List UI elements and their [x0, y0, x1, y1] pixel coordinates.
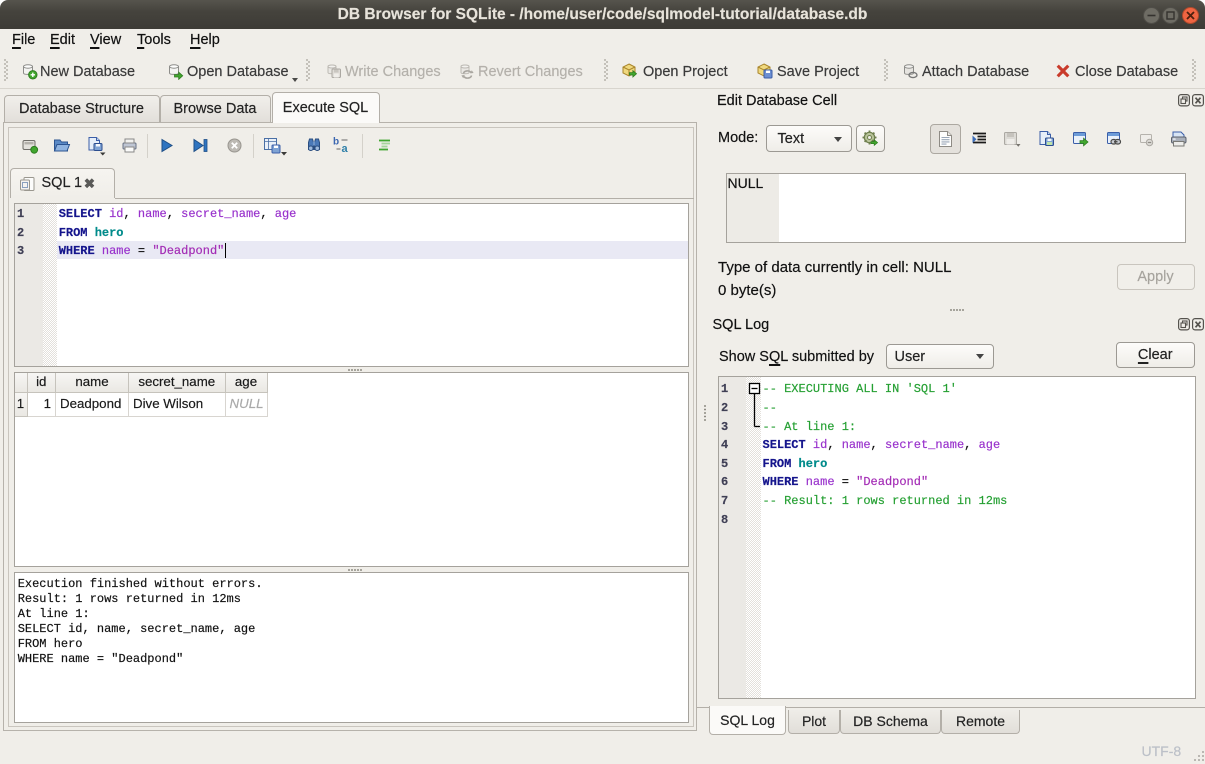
svg-text:a: a — [342, 143, 349, 155]
svg-text:b: b — [333, 137, 339, 148]
